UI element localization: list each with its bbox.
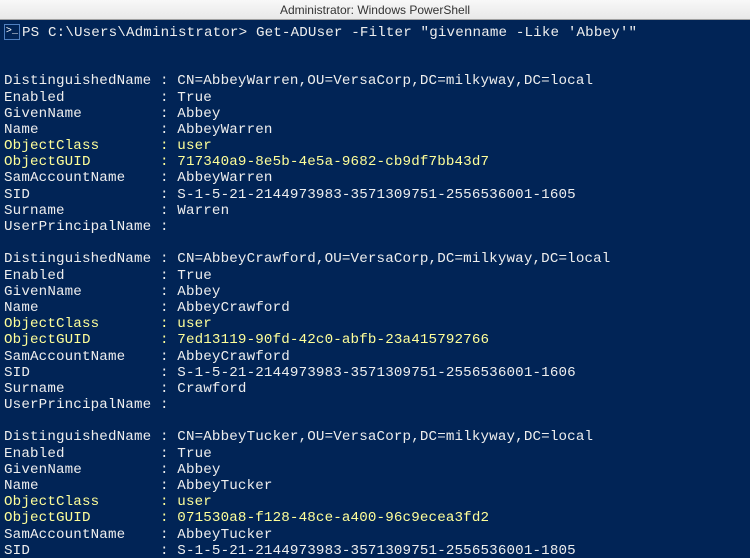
powershell-console[interactable]: >_PS C:\Users\Administrator> Get-ADUser … — [0, 20, 750, 558]
output-prop-objectguid: ObjectGUID : 717340a9-8e5b-4e5a-9682-cb9… — [4, 154, 489, 170]
output-prop-name: Name : AbbeyWarren — [4, 122, 273, 138]
output-prop-samaccountname: SamAccountName : AbbeyWarren — [4, 170, 273, 186]
output-prop-distinguishedname: DistinguishedName : CN=AbbeyWarren,OU=Ve… — [4, 73, 593, 89]
output-prop-objectguid: ObjectGUID : 071530a8-f128-48ce-a400-96c… — [4, 510, 489, 526]
output-prop-sid: SID : S-1-5-21-2144973983-3571309751-255… — [4, 187, 576, 203]
output-prop-givenname: GivenName : Abbey — [4, 284, 221, 300]
output-prop-givenname: GivenName : Abbey — [4, 106, 221, 122]
prompt-prefix: PS C:\Users\Administrator> — [22, 25, 256, 41]
output-prop-userprincipalname: UserPrincipalName : — [4, 219, 177, 235]
output-prop-surname: Surname : Warren — [4, 203, 229, 219]
output-prop-samaccountname: SamAccountName : AbbeyCrawford — [4, 349, 290, 365]
output-prop-objectguid: ObjectGUID : 7ed13119-90fd-42c0-abfb-23a… — [4, 332, 489, 348]
output-prop-name: Name : AbbeyTucker — [4, 478, 273, 494]
window-title-bar: Administrator: Windows PowerShell — [0, 0, 750, 20]
output-prop-sid: SID : S-1-5-21-2144973983-3571309751-255… — [4, 543, 576, 558]
output-container: DistinguishedName : CN=AbbeyWarren,OU=Ve… — [4, 41, 746, 558]
output-prop-enabled: Enabled : True — [4, 446, 212, 462]
output-prop-name: Name : AbbeyCrawford — [4, 300, 290, 316]
output-prop-givenname: GivenName : Abbey — [4, 462, 221, 478]
output-prop-objectclass: ObjectClass : user — [4, 316, 212, 332]
output-prop-distinguishedname: DistinguishedName : CN=AbbeyCrawford,OU=… — [4, 251, 610, 267]
output-prop-sid: SID : S-1-5-21-2144973983-3571309751-255… — [4, 365, 576, 381]
prompt-command: Get-ADUser -Filter "givenname -Like 'Abb… — [256, 25, 637, 41]
output-prop-surname: Surname : Crawford — [4, 381, 247, 397]
output-prop-samaccountname: SamAccountName : AbbeyTucker — [4, 527, 273, 543]
output-prop-objectclass: ObjectClass : user — [4, 494, 212, 510]
output-prop-userprincipalname: UserPrincipalName : — [4, 397, 177, 413]
output-prop-distinguishedname: DistinguishedName : CN=AbbeyTucker,OU=Ve… — [4, 429, 593, 445]
powershell-icon: >_ — [4, 24, 20, 40]
output-prop-enabled: Enabled : True — [4, 90, 212, 106]
window-title: Administrator: Windows PowerShell — [280, 3, 470, 17]
output-prop-objectclass: ObjectClass : user — [4, 138, 212, 154]
output-prop-enabled: Enabled : True — [4, 268, 212, 284]
prompt-line: >_PS C:\Users\Administrator> Get-ADUser … — [4, 25, 637, 41]
